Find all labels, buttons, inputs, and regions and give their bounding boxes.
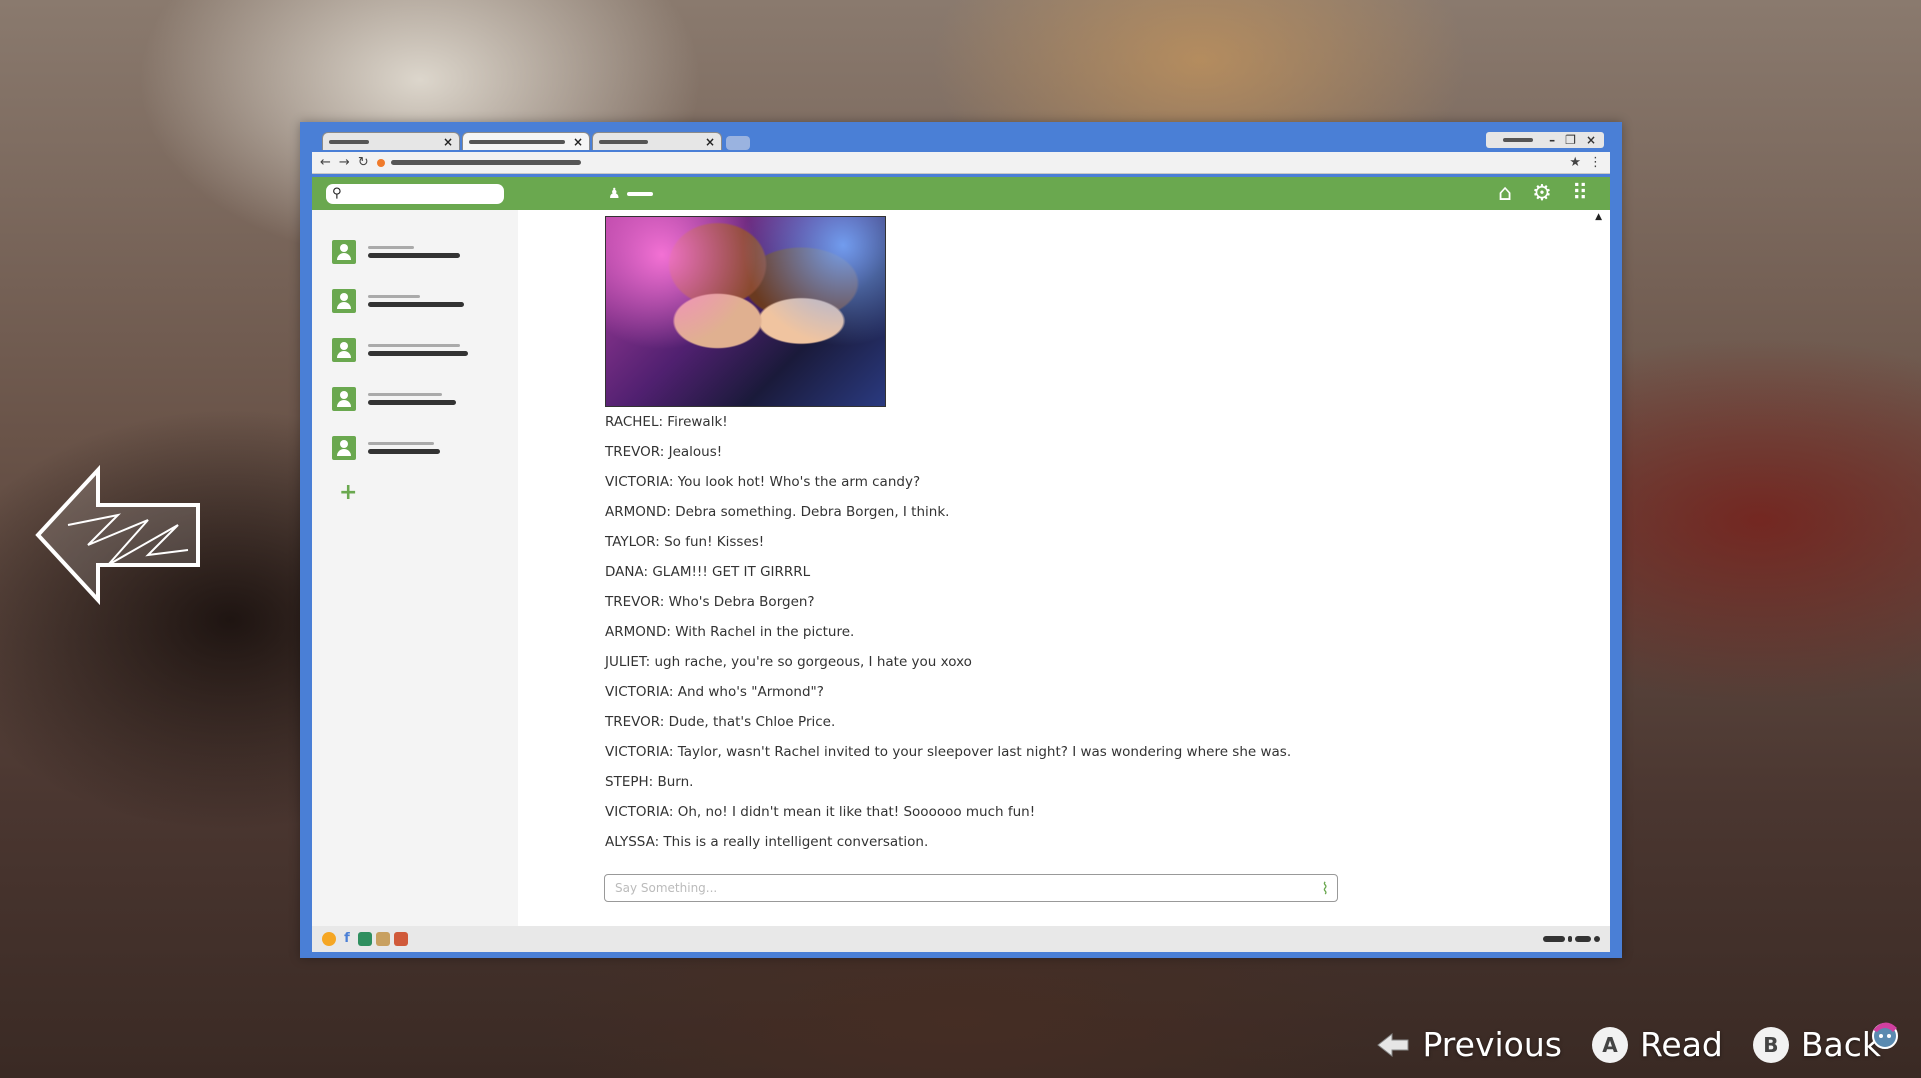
- taskbar-clock: [1543, 936, 1600, 942]
- character-badge-icon: [1872, 1022, 1898, 1049]
- taskbar: f: [312, 926, 1610, 952]
- browser-tab-active[interactable]: ×: [462, 132, 590, 150]
- previous-label: Previous: [1422, 1025, 1562, 1064]
- search-input[interactable]: ⚲: [326, 183, 504, 204]
- gear-icon[interactable]: ⚙: [1532, 181, 1552, 206]
- scroll-up-icon[interactable]: ▲: [1595, 212, 1602, 222]
- add-contact-icon[interactable]: +: [339, 482, 357, 504]
- avatar: [332, 387, 356, 411]
- comment-input[interactable]: [613, 880, 1322, 896]
- tab-bar: × × × – ❐ ×: [312, 130, 1610, 152]
- back-prompt[interactable]: B Back: [1752, 1025, 1881, 1064]
- reload-icon[interactable]: ↻: [358, 155, 369, 170]
- orange-dot-icon[interactable]: [322, 932, 336, 946]
- comment-line: VICTORIA: Oh, no! I didn't mean it like …: [605, 804, 1036, 820]
- b-button-icon: B: [1752, 1026, 1789, 1063]
- close-icon[interactable]: ×: [1586, 133, 1596, 147]
- page-content: + ▲ RACHEL: Firewalk! TREVOR: Jealous! V…: [312, 210, 1610, 926]
- close-tab-icon[interactable]: ×: [443, 136, 453, 148]
- browser-window: × × × – ❐ × ← → ↻ ★ ⋮ ⚲ ♟ ⌂ ⚙ ⠿ + ▲ RACH…: [300, 122, 1622, 958]
- comment-line: TREVOR: Dude, that's Chloe Price.: [605, 714, 836, 730]
- read-prompt[interactable]: A Read: [1591, 1025, 1723, 1064]
- controller-prompts: Previous A Read B Back: [1376, 1025, 1881, 1064]
- contact-item[interactable]: [332, 338, 468, 362]
- comment-line: VICTORIA: You look hot! Who's the arm ca…: [605, 474, 921, 490]
- comment-line: STEPH: Burn.: [605, 774, 694, 790]
- app-header: ⚲ ♟ ⌂ ⚙ ⠿: [312, 177, 1610, 210]
- comment-line: TREVOR: Jealous!: [605, 444, 723, 460]
- comment-line: ARMOND: With Rachel in the picture.: [605, 624, 855, 640]
- comment-line: RACHEL: Firewalk!: [605, 414, 728, 430]
- search-icon: ⚲: [332, 186, 342, 201]
- comment-box: ⌇: [604, 874, 1338, 902]
- comment-line: JULIET: ugh rache, you're so gorgeous, I…: [605, 654, 972, 670]
- close-tab-icon[interactable]: ×: [573, 136, 583, 148]
- post-photo[interactable]: [605, 216, 886, 407]
- profile-icon: ♟: [608, 185, 621, 202]
- browser-tab[interactable]: ×: [592, 132, 722, 150]
- close-tab-icon[interactable]: ×: [705, 136, 715, 148]
- avatar: [332, 436, 356, 460]
- previous-prompt[interactable]: Previous: [1376, 1025, 1562, 1064]
- comment-line: DANA: GLAM!!! GET IT GIRRRL: [605, 564, 811, 580]
- profile-link[interactable]: ♟: [608, 186, 653, 202]
- book-app-icon[interactable]: [376, 932, 390, 946]
- read-label: Read: [1639, 1025, 1723, 1064]
- browser-menu-icon[interactable]: ⋮: [1589, 155, 1602, 170]
- comment-line: VICTORIA: Taylor, wasn't Rachel invited …: [605, 744, 1292, 760]
- avatar: [332, 289, 356, 313]
- address-bar: ← → ↻ ★ ⋮: [312, 152, 1610, 174]
- red-app-icon[interactable]: [394, 932, 408, 946]
- comment-line: ARMOND: Debra something. Debra Borgen, I…: [605, 504, 950, 520]
- f-icon[interactable]: f: [340, 932, 354, 946]
- window-controls: – ❐ ×: [1486, 132, 1604, 148]
- back-icon[interactable]: ←: [320, 155, 331, 170]
- left-arrow-icon[interactable]: [28, 445, 208, 625]
- new-tab-button[interactable]: [726, 136, 750, 150]
- contact-item[interactable]: [332, 387, 456, 411]
- contact-item[interactable]: [332, 436, 440, 460]
- a-button-icon: A: [1591, 1026, 1628, 1063]
- attachment-icon[interactable]: ⌇: [1321, 879, 1329, 898]
- comment-line: VICTORIA: And who's "Armond"?: [605, 684, 824, 700]
- comment-line: TREVOR: Who's Debra Borgen?: [605, 594, 815, 610]
- forward-icon[interactable]: →: [339, 155, 350, 170]
- browser-tab[interactable]: ×: [322, 132, 460, 150]
- avatar: [332, 240, 356, 264]
- site-icon: [376, 158, 385, 167]
- restore-icon[interactable]: ❐: [1565, 133, 1576, 147]
- avatar: [332, 338, 356, 362]
- url-scribble: [390, 160, 581, 165]
- home-icon[interactable]: ⌂: [1498, 181, 1512, 206]
- contacts-sidebar: +: [312, 210, 518, 926]
- url-field[interactable]: [376, 156, 1562, 170]
- comment-line: ALYSSA: This is a really intelligent con…: [605, 834, 929, 850]
- apps-grid-icon[interactable]: ⠿: [1572, 181, 1588, 206]
- contact-item[interactable]: [332, 240, 460, 264]
- previous-arrow-icon: [1377, 1032, 1409, 1057]
- contact-item[interactable]: [332, 289, 464, 313]
- minimize-icon[interactable]: –: [1549, 133, 1555, 147]
- profile-name-scribble: [626, 191, 653, 196]
- green-app-icon[interactable]: [358, 932, 372, 946]
- bookmark-star-icon[interactable]: ★: [1569, 155, 1581, 170]
- window-title-scribble: [1503, 138, 1534, 142]
- comment-line: TAYLOR: So fun! Kisses!: [605, 534, 765, 550]
